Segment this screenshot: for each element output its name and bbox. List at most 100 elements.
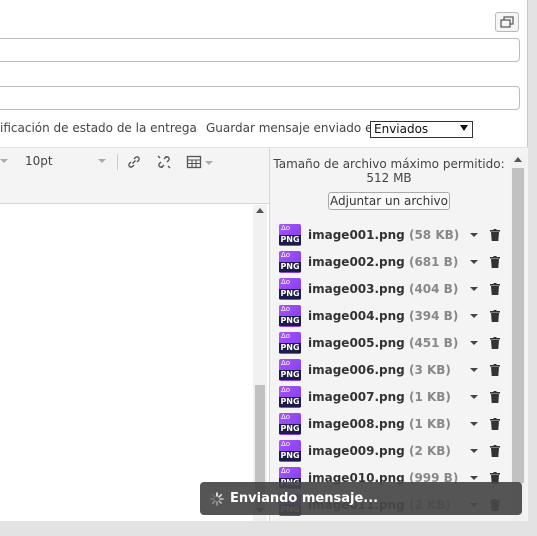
chevron-down-icon[interactable] xyxy=(470,448,478,453)
attachment-size: (1 KB) xyxy=(408,416,451,431)
png-file-icon: ΔοPNG xyxy=(279,358,301,381)
chevron-down-icon[interactable] xyxy=(205,161,213,165)
attachment-name[interactable]: image006.png (3 KB) xyxy=(308,363,464,377)
attachment-item[interactable]: Δο PNG image001.png (58 KB) xyxy=(279,221,504,248)
attachment-filename: image001.png xyxy=(308,227,405,242)
attachment-item[interactable]: Δο PNG image009.png (2 KB) xyxy=(279,437,504,464)
max-size-info: Tamaño de archivo máximo permitido: 512 … xyxy=(270,157,508,185)
chevron-down-icon[interactable] xyxy=(470,286,478,291)
png-file-icon: ΔοPNG xyxy=(279,385,301,408)
recipient-field[interactable] xyxy=(0,86,520,110)
attachment-size: (451 B) xyxy=(408,335,459,350)
restore-window-icon xyxy=(500,16,514,28)
trash-icon[interactable] xyxy=(490,417,500,430)
attachment-filename: image009.png xyxy=(308,443,405,458)
trash-icon[interactable] xyxy=(490,309,500,322)
png-file-icon: ΔοPNG xyxy=(279,277,301,300)
trash-icon[interactable] xyxy=(490,390,500,403)
attachments-scrollbar[interactable] xyxy=(511,156,525,521)
chevron-down-icon[interactable] xyxy=(470,340,478,345)
chevron-down-icon[interactable] xyxy=(470,232,478,237)
attachment-size: (404 B) xyxy=(408,281,459,296)
file-type-label: PNG xyxy=(279,261,301,272)
max-size-label: Tamaño de archivo máximo permitido: xyxy=(273,157,505,171)
toolbar-separator xyxy=(117,154,118,170)
chevron-down-icon[interactable] xyxy=(0,159,8,163)
attachment-item[interactable]: Δο PNG image002.png (681 B) xyxy=(279,248,504,275)
chevron-down-icon[interactable] xyxy=(470,313,478,318)
trash-icon[interactable] xyxy=(490,363,500,376)
compose-panel: ificación de estado de la entrega Guarda… xyxy=(0,0,528,521)
editor-toolbar: 10pt xyxy=(0,148,269,204)
attachment-item[interactable]: Δο PNG image006.png (3 KB) xyxy=(279,356,504,383)
attachment-name[interactable]: image002.png (681 B) xyxy=(308,255,464,269)
trash-icon[interactable] xyxy=(490,255,500,268)
attachment-name[interactable]: image004.png (394 B) xyxy=(308,309,464,323)
file-type-label: PNG xyxy=(279,396,301,407)
save-sent-select[interactable]: Enviados xyxy=(370,121,473,138)
attachment-filename: image003.png xyxy=(308,281,405,296)
png-file-icon: ΔοPNG xyxy=(279,331,301,354)
chevron-down-icon[interactable] xyxy=(470,394,478,399)
attachment-list: Δο PNG image001.png (58 KB) Δο PNG image002.p… xyxy=(279,221,504,518)
attachment-item[interactable]: Δο PNG image005.png (451 B) xyxy=(279,329,504,356)
link-icon[interactable] xyxy=(126,154,142,170)
chevron-down-icon xyxy=(460,125,468,131)
attachment-item[interactable]: Δο PNG image008.png (1 KB) xyxy=(279,410,504,437)
file-type-label: PNG xyxy=(279,288,301,299)
attachment-size: (58 KB) xyxy=(408,227,460,242)
delivery-status-label[interactable]: ificación de estado de la entrega xyxy=(0,121,197,135)
attachment-filename: image005.png xyxy=(308,335,405,350)
scroll-up-icon[interactable] xyxy=(256,208,264,213)
chevron-down-icon[interactable] xyxy=(470,475,478,480)
restore-window-button[interactable] xyxy=(495,12,519,32)
attachment-name[interactable]: image009.png (2 KB) xyxy=(308,444,464,458)
attachment-name[interactable]: image007.png (1 KB) xyxy=(308,390,464,404)
attachment-filename: image002.png xyxy=(308,254,405,269)
attachment-name[interactable]: image008.png (1 KB) xyxy=(308,417,464,431)
attachment-name[interactable]: image001.png (58 KB) xyxy=(308,228,464,242)
chevron-down-icon[interactable] xyxy=(470,259,478,264)
save-sent-label: Guardar mensaje enviado en xyxy=(206,121,381,135)
attachment-filename: image006.png xyxy=(308,362,405,377)
max-size-value: 512 MB xyxy=(366,171,412,185)
trash-icon[interactable] xyxy=(490,282,500,295)
add-attachment-button[interactable]: Adjuntar un archivo xyxy=(328,192,450,210)
attachment-size: (2 KB) xyxy=(408,443,451,458)
save-sent-value: Enviados xyxy=(374,122,429,136)
subject-field[interactable] xyxy=(0,38,520,62)
attachment-filename: image008.png xyxy=(308,416,405,431)
attachment-item[interactable]: Δο PNG image003.png (404 B) xyxy=(279,275,504,302)
trash-icon[interactable] xyxy=(490,336,500,349)
attachment-item[interactable]: Δο PNG image004.png (394 B) xyxy=(279,302,504,329)
attachment-size: (681 B) xyxy=(408,254,459,269)
message-editor[interactable] xyxy=(0,205,269,521)
chevron-down-icon[interactable] xyxy=(470,367,478,372)
png-file-icon: ΔοPNG xyxy=(279,250,301,273)
file-type-label: PNG xyxy=(279,369,301,380)
toast-text: Enviando mensaje... xyxy=(230,491,379,506)
delivery-options: ificación de estado de la entrega Guarda… xyxy=(0,121,380,135)
trash-icon[interactable] xyxy=(490,444,500,457)
spinner-icon xyxy=(210,492,224,506)
file-type-label: PNG xyxy=(279,342,301,353)
scroll-up-icon[interactable] xyxy=(514,157,522,162)
attachment-size: (3 KB) xyxy=(408,362,451,377)
attachment-name[interactable]: image003.png (404 B) xyxy=(308,282,464,296)
unlink-icon[interactable] xyxy=(156,154,172,170)
attachment-filename: image007.png xyxy=(308,389,405,404)
attachment-filename: image004.png xyxy=(308,308,405,323)
attachment-size: (394 B) xyxy=(408,308,459,323)
attachment-name[interactable]: image005.png (451 B) xyxy=(308,336,464,350)
font-size-select[interactable]: 10pt xyxy=(25,154,53,168)
chevron-down-icon[interactable] xyxy=(470,421,478,426)
png-file-icon: ΔοPNG xyxy=(279,439,301,462)
png-file-icon: ΔοPNG xyxy=(279,304,301,327)
file-type-label: PNG xyxy=(279,234,301,245)
chevron-down-icon[interactable] xyxy=(98,159,106,163)
table-icon[interactable] xyxy=(186,154,202,170)
editor-scrollbar[interactable] xyxy=(253,205,267,521)
scrollbar-thumb[interactable] xyxy=(512,168,524,483)
trash-icon[interactable] xyxy=(490,228,500,241)
attachment-item[interactable]: Δο PNG image007.png (1 KB) xyxy=(279,383,504,410)
